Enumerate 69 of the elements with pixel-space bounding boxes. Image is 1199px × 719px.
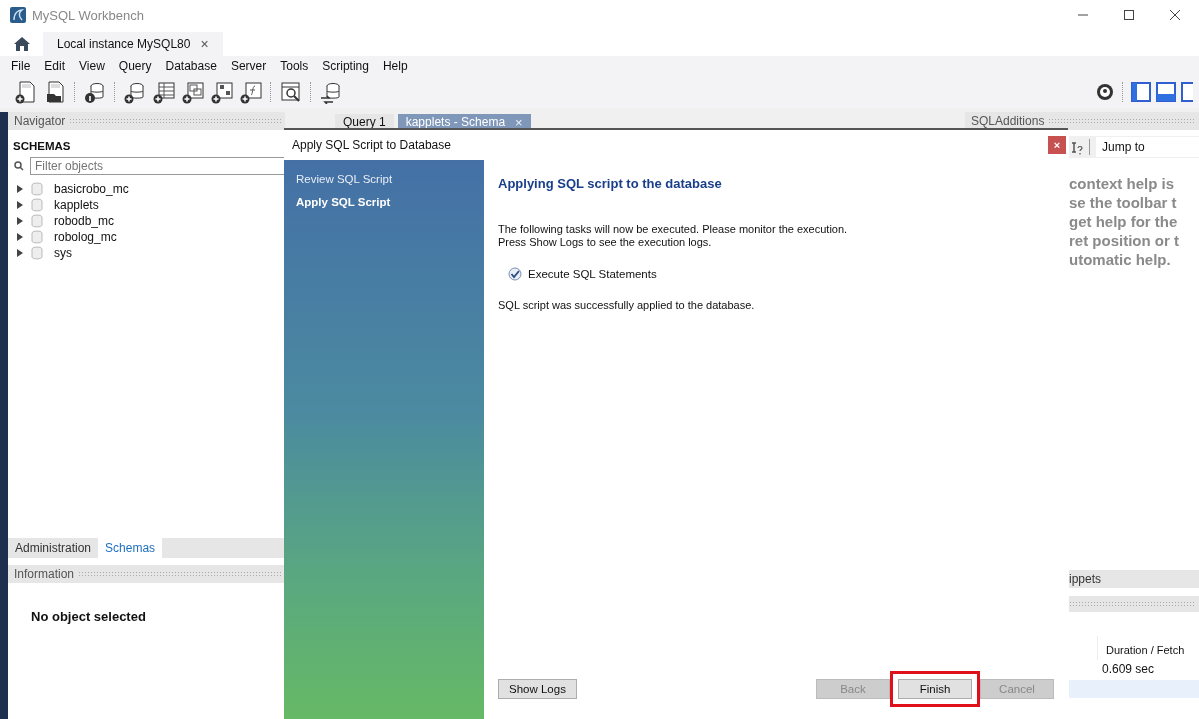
- search-icon: [14, 161, 24, 171]
- table-cell-text: 0.609 sec: [1101, 661, 1156, 678]
- database-icon: [31, 214, 43, 228]
- maximize-icon[interactable]: [1123, 9, 1135, 21]
- expand-arrow-icon[interactable]: [16, 217, 24, 225]
- table-plus-icon[interactable]: [152, 80, 176, 104]
- dialog-title: Apply SQL Script to Database: [292, 138, 451, 152]
- menu-item[interactable]: View: [72, 59, 112, 73]
- panel-title: Information: [14, 567, 75, 581]
- database-icon: [31, 198, 43, 212]
- schema-item[interactable]: kapplets: [54, 198, 99, 212]
- menu-item[interactable]: Tools: [273, 59, 316, 73]
- close-button[interactable]: ×: [1048, 136, 1066, 154]
- menu-item[interactable]: Query: [111, 59, 159, 73]
- bottom-panel-toggle-icon[interactable]: [1156, 82, 1176, 102]
- info-text: No object selected: [30, 608, 147, 626]
- panel-title: Navigator: [14, 114, 66, 128]
- schema-item[interactable]: sys: [54, 246, 72, 260]
- document-plus-icon[interactable]: [14, 80, 38, 104]
- database-icon: [31, 182, 43, 196]
- snippets-tab[interactable]: ippets: [1069, 570, 1199, 588]
- diagram-plus-icon[interactable]: [210, 80, 234, 104]
- status-message: SQL script was successfully applied to the database.: [498, 299, 756, 311]
- database-icon: [31, 246, 43, 260]
- window-title: MySQL Workbench: [32, 7, 144, 23]
- function-plus-icon[interactable]: [239, 80, 263, 104]
- expand-arrow-icon[interactable]: [16, 233, 24, 241]
- column-header: Duration / Fetch: [1097, 636, 1199, 660]
- expand-arrow-icon[interactable]: [16, 249, 24, 257]
- database-arrows-icon[interactable]: [319, 80, 343, 104]
- settings-icon[interactable]: [1095, 82, 1115, 102]
- home-icon[interactable]: [13, 36, 31, 52]
- expand-arrow-icon[interactable]: [16, 185, 24, 193]
- wizard-step: Review SQL Script: [284, 168, 484, 191]
- menu-item[interactable]: File: [4, 59, 38, 73]
- menu-item[interactable]: Edit: [37, 59, 73, 73]
- sidebar-toggle-icon[interactable]: [1131, 82, 1151, 102]
- app-logo-icon: [10, 7, 26, 23]
- table-search-icon[interactable]: [279, 80, 303, 104]
- task-label: Execute SQL Statements: [528, 268, 657, 280]
- database-plus-icon[interactable]: [123, 80, 147, 104]
- panel-title: SQLAdditions: [971, 114, 1045, 128]
- menu-item[interactable]: Server: [223, 59, 274, 73]
- menu-item[interactable]: Help: [375, 59, 415, 73]
- database-icon: [31, 230, 43, 244]
- expand-arrow-icon[interactable]: [16, 201, 24, 209]
- menu-item[interactable]: Database: [158, 59, 224, 73]
- page-heading: Applying SQL script to the database: [498, 176, 723, 191]
- windows-plus-icon[interactable]: [181, 80, 205, 104]
- close-tab-icon[interactable]: ×: [200, 36, 209, 52]
- filter-field[interactable]: Filter objects: [30, 157, 285, 175]
- database-info-icon[interactable]: [83, 80, 107, 104]
- wizard-step: Apply SQL Script: [284, 191, 484, 214]
- help-text: context help is se the toolbar t get help for the ret position or t utomatic help.: [1069, 174, 1180, 269]
- schema-item[interactable]: robolog_mc: [54, 230, 117, 244]
- context-help-icon[interactable]: [1069, 139, 1083, 155]
- jump-to-field[interactable]: Jump to: [1096, 137, 1199, 157]
- close-icon[interactable]: [1169, 9, 1181, 21]
- right-panel-toggle-icon[interactable]: [1181, 82, 1193, 102]
- wizard-button[interactable]: Finish: [898, 679, 972, 699]
- menu-item[interactable]: Scripting: [315, 59, 376, 73]
- schema-item[interactable]: basicrobo_mc: [54, 182, 129, 196]
- show-logs-button[interactable]: Show Logs: [498, 679, 577, 699]
- panel-tab[interactable]: Schemas: [98, 538, 163, 558]
- section-title: SCHEMAS: [12, 139, 72, 154]
- panel-tab[interactable]: Administration: [8, 538, 99, 558]
- intro-text: The following tasks will now be executed. Please monitor the execution. Press Show Logs to see the execution logs.: [498, 223, 849, 249]
- schema-item[interactable]: robodb_mc: [54, 214, 115, 228]
- connection-tab[interactable]: Local instance MySQL80 ×: [43, 32, 223, 56]
